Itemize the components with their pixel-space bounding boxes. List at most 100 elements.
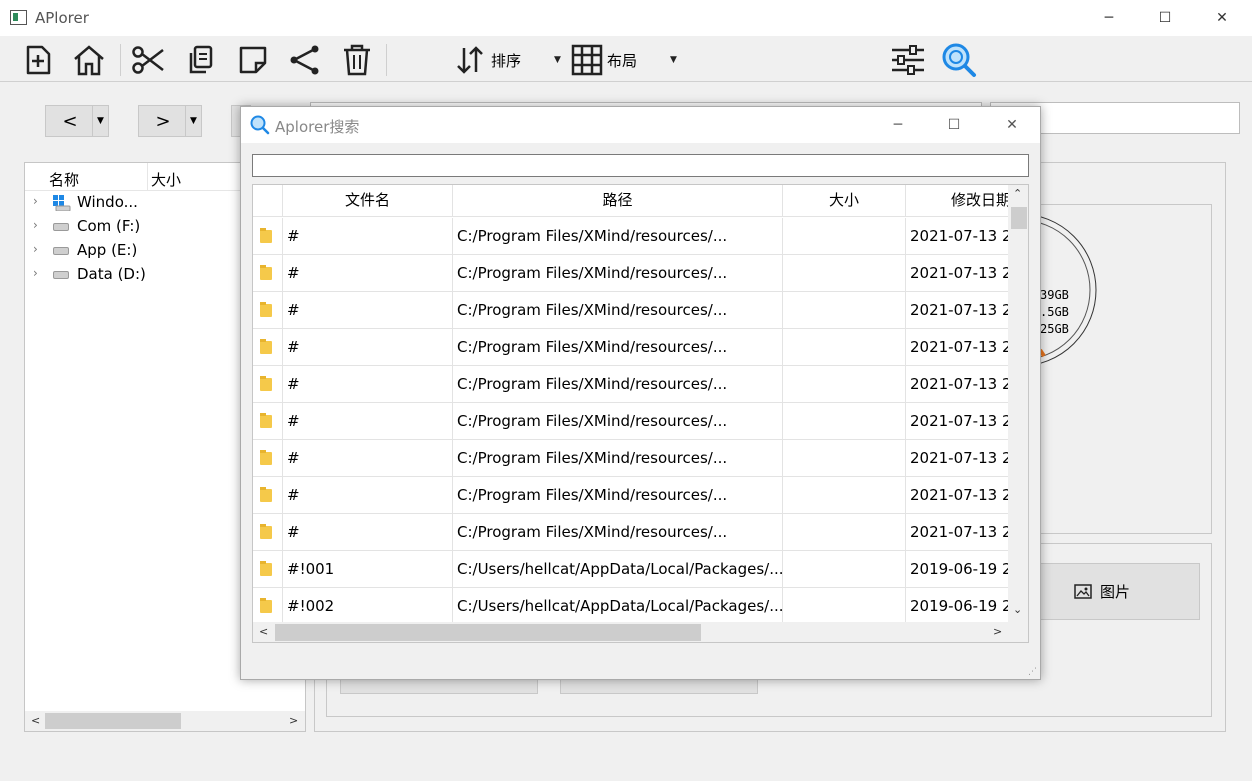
cell-path: C:/Program Files/XMind/resources/...: [453, 292, 783, 329]
cell-filename: #: [283, 440, 453, 477]
scroll-up-icon[interactable]: ⌃: [1013, 187, 1022, 200]
table-row[interactable]: # C:/Program Files/XMind/resources/... 202…: [253, 218, 1011, 255]
tree-header-size[interactable]: 大小: [151, 169, 181, 190]
expand-icon[interactable]: ›: [33, 218, 38, 232]
drive-icon: [53, 271, 69, 279]
scroll-down-icon[interactable]: ⌄: [1013, 603, 1022, 616]
window-title: APlorer: [35, 9, 89, 27]
sort-label[interactable]: 排序: [491, 50, 521, 71]
column-header-size[interactable]: 大小: [783, 185, 906, 217]
new-file-button[interactable]: [20, 42, 56, 78]
search-dialog: Aplorer搜索 ─ ☐ ✕ 文件名 路径 大小 修改日期 # C:/Progr…: [240, 106, 1041, 680]
drive-icon: [53, 247, 69, 255]
table-row[interactable]: # C:/Program Files/XMind/resources/... 202…: [253, 366, 1011, 403]
scroll-left-icon[interactable]: <: [259, 625, 268, 638]
cell-path: C:/Program Files/XMind/resources/...: [453, 329, 783, 366]
cell-modified: 2021-07-13 2: [910, 264, 1012, 282]
note-button[interactable]: [235, 42, 271, 78]
share-button[interactable]: [287, 42, 323, 78]
minimize-button[interactable]: ─: [1086, 6, 1132, 30]
forward-history-dropdown[interactable]: ▼: [185, 106, 201, 136]
back-button[interactable]: < ▼: [45, 105, 109, 137]
layout-grid-icon: [571, 44, 603, 76]
folder-icon: [260, 228, 272, 243]
cell-filename: #: [283, 366, 453, 403]
forward-button[interactable]: > ▼: [138, 105, 202, 137]
layout-button[interactable]: [569, 42, 605, 78]
expand-icon[interactable]: ›: [33, 242, 38, 256]
table-horizontal-scrollbar[interactable]: < >: [253, 622, 1028, 642]
dialog-title: Aplorer搜索: [275, 118, 360, 136]
pictures-label: 图片: [1099, 583, 1130, 601]
cell-path: C:/Program Files/XMind/resources/...: [453, 218, 783, 255]
cell-modified: 2021-07-13 2: [910, 412, 1012, 430]
sort-button[interactable]: [452, 42, 488, 78]
table-row[interactable]: # C:/Program Files/XMind/resources/... 202…: [253, 255, 1011, 292]
cell-filename: #: [283, 477, 453, 514]
layout-label[interactable]: 布局: [607, 50, 637, 71]
table-vertical-scrollbar[interactable]: ⌃ ⌄: [1008, 185, 1028, 622]
filter-settings-button[interactable]: [890, 42, 926, 78]
filter-settings-icon: [892, 45, 924, 75]
tree-header-name[interactable]: 名称: [49, 169, 79, 190]
expand-icon[interactable]: ›: [33, 194, 38, 208]
toolbar-separator: [386, 44, 387, 76]
table-row[interactable]: #!002 C:/Users/hellcat/AppData/Local/Pack…: [253, 588, 1011, 625]
cut-icon: [132, 46, 164, 74]
column-header-modified[interactable]: 修改日期: [906, 185, 1016, 217]
table-row[interactable]: # C:/Program Files/XMind/resources/... 202…: [253, 329, 1011, 366]
cell-path: C:/Users/hellcat/AppData/Local/Packages/…: [453, 588, 783, 625]
tree-item-label: Data (D:): [77, 265, 146, 283]
cell-filename: #: [283, 403, 453, 440]
folder-icon: [260, 524, 272, 539]
folder-icon: [260, 598, 272, 613]
table-header: 文件名 路径 大小 修改日期: [253, 185, 1011, 217]
home-button[interactable]: [71, 42, 107, 78]
maximize-button[interactable]: ☐: [1142, 6, 1188, 30]
dialog-minimize-button[interactable]: ─: [875, 113, 921, 137]
search-button[interactable]: [941, 42, 977, 78]
cell-filename: #: [283, 218, 453, 255]
copy-button[interactable]: [183, 42, 219, 78]
resize-grip-icon[interactable]: ⋰: [1028, 667, 1037, 677]
scroll-left-icon[interactable]: <: [31, 714, 40, 727]
cut-button[interactable]: [130, 42, 166, 78]
table-row[interactable]: # C:/Program Files/XMind/resources/... 202…: [253, 292, 1011, 329]
folder-icon: [260, 450, 272, 465]
folder-icon: [260, 339, 272, 354]
tree-horizontal-scrollbar[interactable]: < >: [25, 711, 305, 731]
search-icon: [250, 115, 270, 135]
column-header-filename[interactable]: 文件名: [283, 185, 453, 217]
column-header-path[interactable]: 路径: [453, 185, 783, 217]
search-input[interactable]: [252, 154, 1029, 177]
scroll-thumb[interactable]: [45, 713, 181, 729]
table-row[interactable]: # C:/Program Files/XMind/resources/... 202…: [253, 477, 1011, 514]
sort-icon: [457, 46, 483, 74]
cell-modified: 2021-07-13 2: [910, 375, 1012, 393]
tree-item-label: Com (F:): [77, 217, 141, 235]
back-history-dropdown[interactable]: ▼: [92, 106, 108, 136]
dialog-maximize-button[interactable]: ☐: [931, 113, 977, 137]
cell-modified: 2021-07-13 2: [910, 449, 1012, 467]
cell-filename: #!001: [283, 551, 453, 588]
table-row[interactable]: # C:/Program Files/XMind/resources/... 202…: [253, 514, 1011, 551]
scroll-right-icon[interactable]: >: [993, 625, 1002, 638]
scroll-thumb[interactable]: [275, 624, 701, 641]
sort-dropdown-icon[interactable]: ▼: [554, 55, 561, 65]
table-row[interactable]: #!001 C:/Users/hellcat/AppData/Local/Pack…: [253, 551, 1011, 588]
cell-path: C:/Program Files/XMind/resources/...: [453, 366, 783, 403]
disk-value-total: 39GB: [1040, 288, 1069, 302]
scroll-thumb[interactable]: [1011, 207, 1027, 229]
scroll-right-icon[interactable]: >: [289, 714, 298, 727]
delete-button[interactable]: [339, 42, 375, 78]
expand-icon[interactable]: ›: [33, 266, 38, 280]
dialog-close-button[interactable]: ✕: [989, 113, 1035, 137]
folder-icon-cell: [253, 292, 283, 329]
close-button[interactable]: ✕: [1199, 6, 1245, 30]
column-header-icon: [253, 185, 283, 217]
table-row[interactable]: # C:/Program Files/XMind/resources/... 202…: [253, 403, 1011, 440]
layout-dropdown-icon[interactable]: ▼: [670, 55, 677, 65]
folder-icon-cell: [253, 366, 283, 403]
folder-icon: [260, 302, 272, 317]
table-row[interactable]: # C:/Program Files/XMind/resources/... 202…: [253, 440, 1011, 477]
